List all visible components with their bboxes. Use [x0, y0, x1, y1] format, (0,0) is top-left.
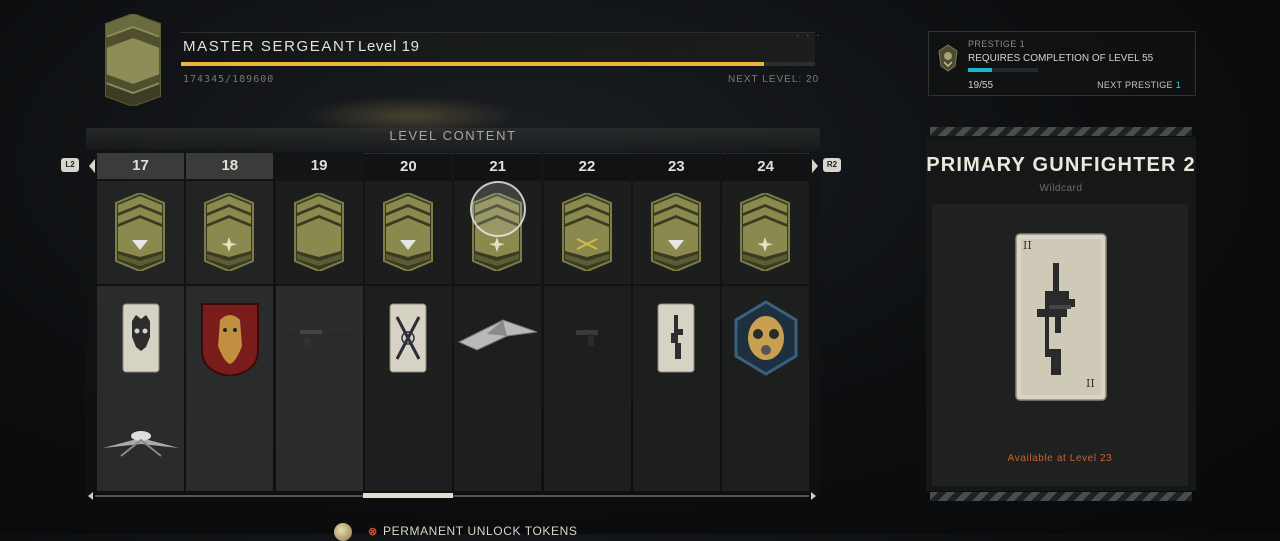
prestige-requirement: REQUIRES COMPLETION OF LEVEL 55 — [968, 53, 1154, 64]
scrollbar-thumb[interactable] — [363, 493, 453, 498]
selection-cursor — [470, 181, 526, 237]
lion-emblem-icon[interactable] — [200, 300, 260, 376]
attack-drone-icon[interactable] — [101, 426, 181, 460]
xp-progress-fill — [181, 62, 765, 66]
scroll-left-arrow-icon[interactable] — [89, 159, 95, 173]
next-level-text: NEXT LEVEL: 20 — [728, 74, 820, 85]
scroll-right-arrow-icon[interactable] — [812, 159, 818, 173]
prestige-progress-text: 19/55 — [968, 80, 994, 91]
rank-insignia-icon — [740, 193, 791, 271]
scrollbar-right-arrow-icon[interactable] — [811, 492, 816, 500]
rank-title: MASTER SERGEANT — [183, 38, 357, 55]
hazard-stripe-bottom — [930, 492, 1192, 501]
availability-text: Available at Level 23 — [1007, 453, 1113, 464]
unlock-token-icon — [334, 523, 352, 541]
rank-insignia-icon — [561, 193, 612, 271]
level-column-24[interactable]: 24 — [722, 153, 810, 491]
skull-calling-card-icon[interactable] — [122, 303, 160, 373]
rifle-weapon-icon[interactable] — [282, 326, 356, 346]
crossed-blades-calling-card-icon[interactable] — [389, 303, 427, 373]
prestige-name: PRESTIGE 1 — [968, 39, 1026, 49]
prestige-progress-bar — [968, 68, 1038, 72]
xp-progress-bar — [181, 62, 815, 66]
reward-cell[interactable] — [275, 286, 363, 491]
level-column-17[interactable]: 17 — [97, 153, 184, 491]
level-number: 20 — [364, 153, 452, 180]
prestige-panel: PRESTIGE 1 REQUIRES COMPLETION OF LEVEL … — [928, 31, 1196, 96]
l2-button-icon[interactable]: L2 — [61, 158, 79, 172]
rank-level: Level 19 — [358, 38, 420, 55]
level-column-18[interactable]: 18 — [186, 153, 274, 491]
level-column-20[interactable]: 20 — [364, 153, 452, 491]
level-column-19[interactable]: 19 — [275, 153, 363, 491]
prestige-emblem-icon — [938, 44, 958, 72]
next-prestige: NEXT PRESTIGE 1 — [1097, 80, 1181, 90]
rank-insignia-icon — [293, 193, 344, 271]
gunfighter-card-image — [1015, 233, 1107, 401]
hazard-stripe-top — [930, 127, 1192, 136]
r2-button-icon[interactable]: R2 — [823, 158, 841, 172]
rank-insignia-icon — [382, 193, 433, 271]
next-prestige-value: 1 — [1175, 80, 1181, 90]
wildcard-subtitle: Wildcard — [1039, 183, 1083, 194]
master-sergeant-rank-icon — [105, 14, 161, 106]
alert-icon: ⊗ — [368, 526, 378, 538]
permanent-unlock-tokens-label[interactable]: PERMANENT UNLOCK TOKENS — [383, 524, 578, 538]
next-prestige-label: NEXT PRESTIGE — [1097, 80, 1173, 90]
rank-insignia-icon — [650, 193, 701, 271]
level-number: 19 — [310, 157, 328, 174]
gas-mask-emblem-icon[interactable] — [734, 300, 798, 376]
level-number: 22 — [543, 153, 631, 180]
gunfighter-card-icon[interactable] — [657, 303, 695, 373]
level-column-23[interactable]: 23 — [632, 153, 720, 491]
pistol-weapon-icon[interactable] — [574, 326, 600, 348]
rank-insignia-icon — [204, 193, 255, 271]
rank-insignia-icon — [115, 193, 165, 271]
wildcard-title: PRIMARY GUNFIGHTER 2 — [926, 154, 1196, 176]
stealth-jet-icon[interactable] — [457, 314, 539, 354]
card-corner-bottom: II — [1086, 377, 1095, 390]
scrollbar-left-arrow-icon[interactable] — [88, 492, 93, 500]
level-number: 17 — [97, 153, 184, 179]
level-number: 21 — [454, 153, 542, 180]
level-number: 24 — [722, 153, 810, 180]
xp-text: 174345/189600 — [183, 74, 275, 85]
level-content-title: LEVEL CONTENT — [86, 128, 820, 150]
level-number: 23 — [632, 153, 720, 180]
menu-dots-icon[interactable]: · · · — [796, 30, 822, 41]
level-number: 18 — [186, 153, 274, 179]
prestige-progress-fill — [968, 68, 993, 72]
level-column-22[interactable]: 22 — [543, 153, 631, 491]
reward-cell[interactable] — [543, 286, 631, 491]
card-corner-top: II — [1023, 239, 1032, 252]
